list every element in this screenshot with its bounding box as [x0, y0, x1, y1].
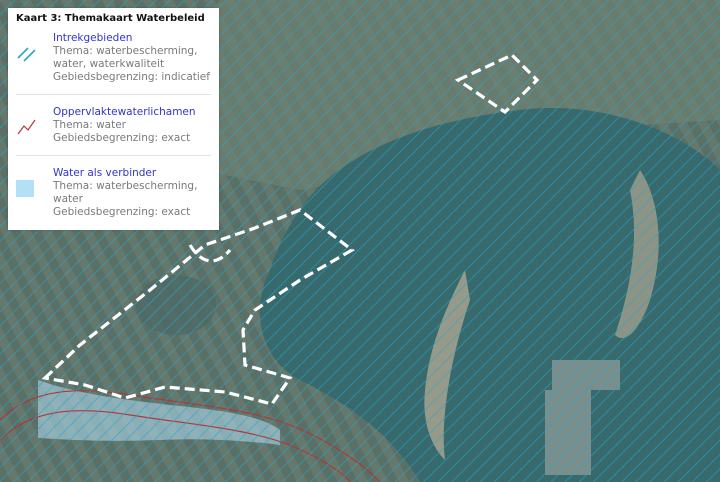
hatch-icon: [16, 44, 38, 62]
legend-begrenzing: Gebiedsbegrenzing: exact: [53, 132, 191, 144]
legend-name[interactable]: Water als verbinder: [53, 167, 211, 180]
legend-entry-oppervlaktewaterlichamen: Oppervlaktewaterlichamen Thema: water Ge…: [16, 94, 211, 155]
water-area-icon: [16, 179, 38, 197]
legend-panel: Kaart 3: Themakaart Waterbeleid Intrekge…: [8, 8, 219, 230]
legend-thema: Thema: water: [53, 119, 126, 131]
legend-thema: Thema: waterbescherming, water, waterkwa…: [53, 45, 198, 70]
water-line-icon: [16, 118, 38, 136]
legend-name[interactable]: Intrekgebieden: [53, 32, 211, 45]
legend-begrenzing: Gebiedsbegrenzing: exact: [53, 206, 191, 218]
map-title: Kaart 3: Themakaart Waterbeleid: [16, 13, 205, 24]
legend-thema: Thema: waterbescherming, water: [53, 180, 198, 205]
legend-entry-water-als-verbinder: Water als verbinder Thema: waterbescherm…: [16, 155, 211, 229]
legend-name[interactable]: Oppervlaktewaterlichamen: [53, 106, 196, 119]
legend-begrenzing: Gebiedsbegrenzing: indicatief: [53, 71, 210, 83]
legend-entry-intrekgebieden: Intrekgebieden Thema: waterbescherming, …: [16, 32, 211, 94]
